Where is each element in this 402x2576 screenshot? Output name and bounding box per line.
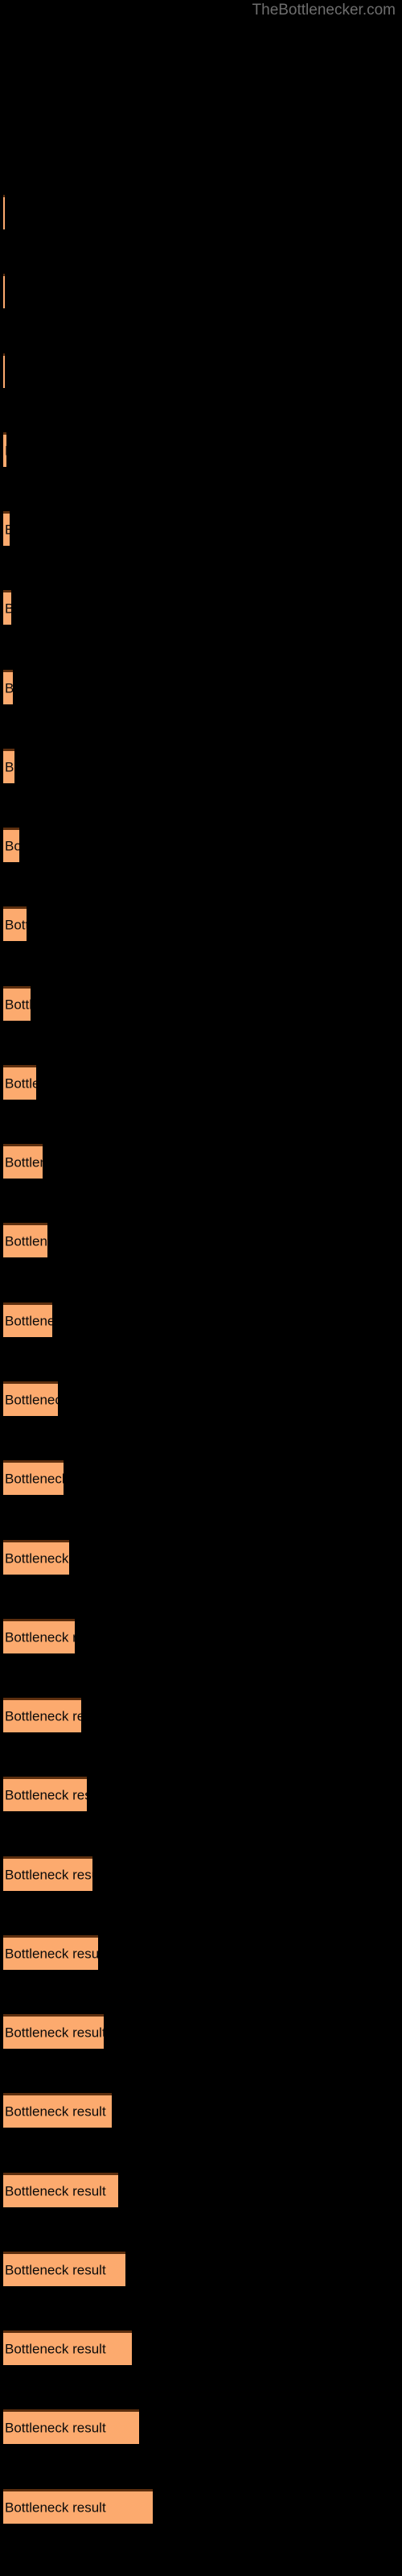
bar-label: Bottleneck result [5,444,6,457]
bar[interactable]: Bottleneck result [3,2251,125,2286]
bar-label: Bottleneck result [5,1946,98,1962]
bar-label: Bottleneck result [5,1867,92,1883]
bar-label: Bottleneck result [5,2183,106,2199]
bar[interactable]: Bottleneck result [3,1223,47,1258]
bar[interactable]: Bottleneck result [3,2330,133,2366]
bar[interactable]: Bottleneck result [3,2093,113,2128]
bar[interactable]: Bottleneck result [3,1934,98,1970]
bar[interactable]: Bottleneck result [3,1539,70,1575]
bar[interactable]: Bottleneck result [3,590,11,625]
bar-label: Bottleneck result [5,2262,106,2278]
bar[interactable]: Bottleneck result [3,906,27,942]
bar[interactable]: Bottleneck result [3,274,5,309]
bar-label: Bottleneck result [5,2025,105,2041]
bar[interactable]: Bottleneck result [3,1460,64,1496]
bar[interactable]: Bottleneck result [3,1856,92,1891]
bar[interactable]: Bottleneck result [3,2014,105,2050]
bottleneck-bar-chart: TheBottlenecker.com Bottleneck result Bot… [0,0,402,2576]
bar[interactable]: Bottleneck result [3,748,14,783]
bar-label: Bottleneck result [5,838,19,854]
bar[interactable]: Bottleneck result [3,353,5,388]
bar-label: Bottleneck result [5,1075,36,1092]
bar-label: Bottleneck result [5,997,31,1013]
bar-label: Bottleneck result [5,1629,75,1645]
bar[interactable]: Bottleneck result [3,669,13,704]
site-title: TheBottlenecker.com [252,2,396,19]
bar-label: Bottleneck result [5,1392,58,1408]
bar[interactable]: Bottleneck result [3,511,10,547]
bar[interactable]: Bottleneck result [3,828,20,863]
bar[interactable]: Bottleneck result [3,1777,88,1812]
bar-label: Bottleneck result [5,1313,52,1329]
bar-label: Bottleneck result [5,2500,106,2516]
bar-label: Bottleneck result [5,1708,81,1724]
bar[interactable]: Bottleneck result [3,1302,52,1337]
bar[interactable]: Bottleneck result [3,2409,139,2445]
bar[interactable]: Bottleneck result [3,431,6,467]
bar-label: Bottleneck result [5,1233,47,1249]
bar-label: Bottleneck result [5,523,10,537]
bar-label: Bottleneck result [5,1471,64,1487]
bar[interactable]: Bottleneck result [3,195,5,229]
bar-label: Bottleneck result [5,1154,43,1170]
bar[interactable]: Bottleneck result [3,985,31,1021]
bar-label: Bottleneck result [5,759,14,775]
bar[interactable]: Bottleneck result [3,1064,36,1100]
bar[interactable]: Bottleneck result [3,1618,75,1653]
bar-label: Bottleneck result [5,2420,106,2436]
bar-label: Bottleneck result [5,1787,87,1803]
bar[interactable]: Bottleneck result [3,1144,43,1179]
bar-label: Bottleneck result [5,917,27,933]
bar[interactable]: Bottleneck result [3,1381,58,1416]
bar[interactable]: Bottleneck result [3,2488,154,2524]
bar-label: Bottleneck result [5,1550,69,1567]
bar-label: Bottleneck result [5,602,11,616]
bar-label: Bottleneck result [5,681,13,695]
bar-label: Bottleneck result [5,2103,106,2120]
bar-label: Bottleneck result [5,2341,106,2357]
bar[interactable]: Bottleneck result [3,2172,118,2207]
bar[interactable]: Bottleneck result [3,1698,81,1733]
